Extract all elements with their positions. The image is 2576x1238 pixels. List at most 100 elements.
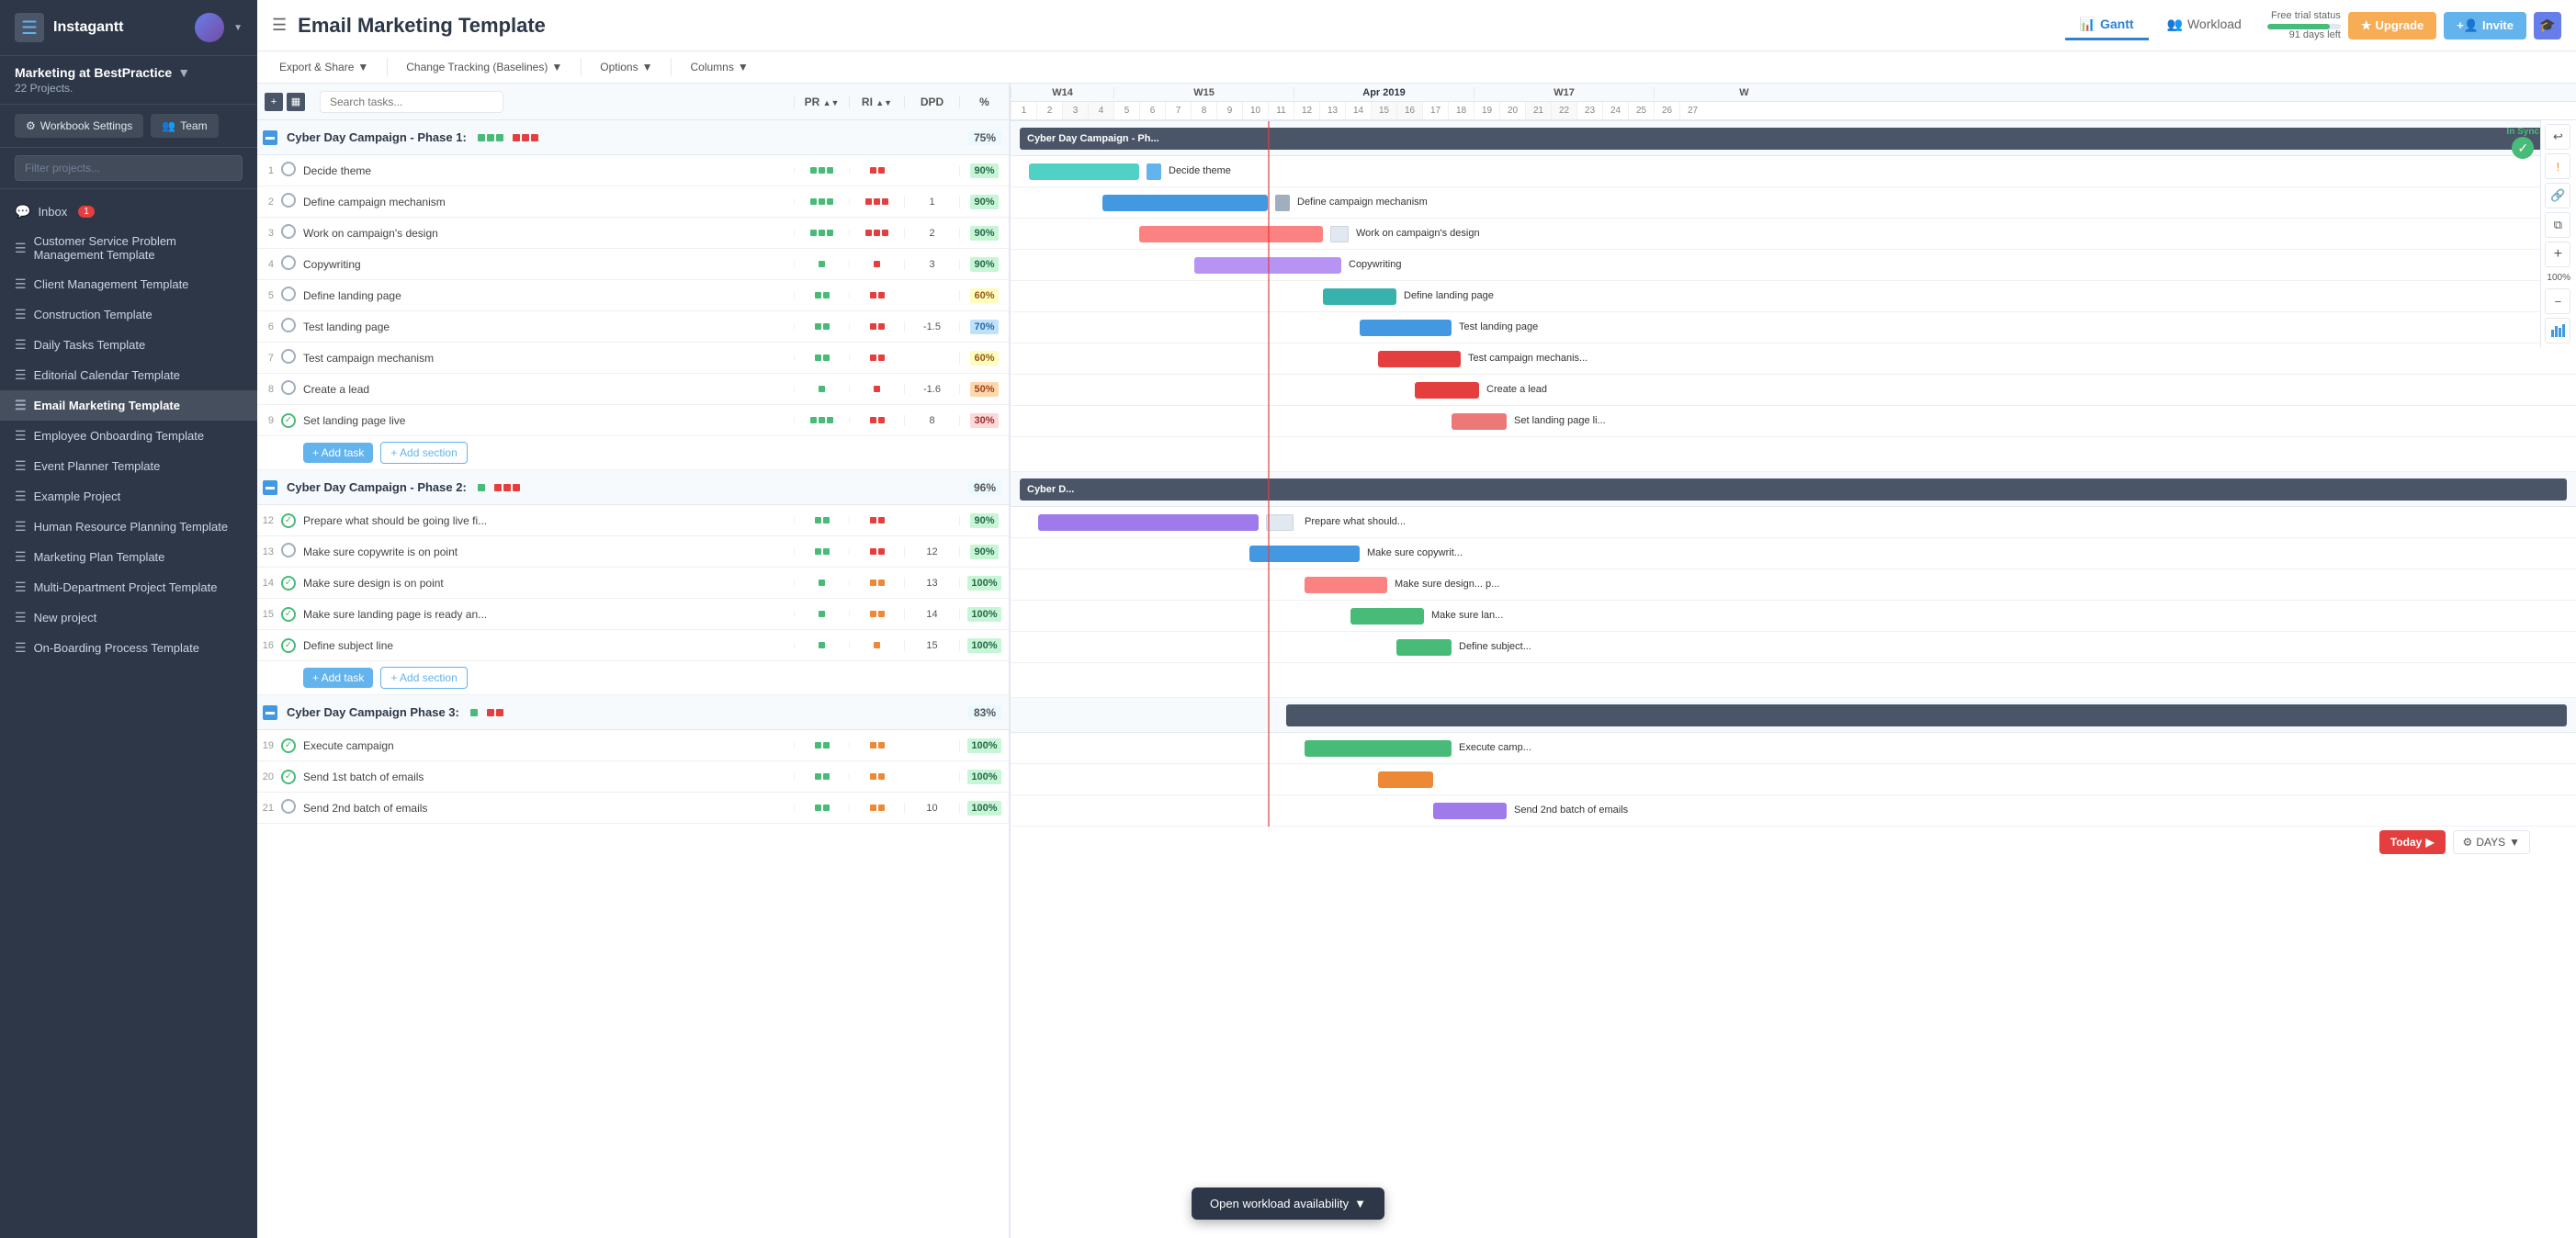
task-checkbox[interactable]: ✓ (281, 607, 296, 622)
add-task-button[interactable]: + Add task (303, 668, 373, 688)
task-checkbox[interactable] (281, 349, 296, 364)
sidebar-item-marketing-plan[interactable]: ☰ Marketing Plan Template (0, 542, 257, 572)
sidebar-item-hr[interactable]: ☰ Human Resource Planning Template (0, 512, 257, 542)
task-checkbox[interactable] (281, 318, 296, 332)
task-name[interactable]: Send 2nd batch of emails (298, 802, 794, 815)
task-name[interactable]: Test landing page (298, 321, 794, 333)
gantt-bar-test-landing[interactable] (1360, 320, 1452, 336)
warning-icon-button[interactable]: ! (2545, 153, 2570, 179)
export-share-button[interactable]: Export & Share ▼ (272, 57, 376, 77)
add-view-btn-1[interactable]: + (265, 93, 283, 111)
task-name[interactable]: Send 1st batch of emails (298, 771, 794, 783)
task-checkbox[interactable] (281, 224, 296, 239)
task-checkbox[interactable] (281, 287, 296, 301)
task-name[interactable]: Define campaign mechanism (298, 196, 794, 208)
gantt-view-button[interactable]: 📊 Gantt (2065, 11, 2149, 40)
gantt-bar-define-landing[interactable] (1323, 288, 1396, 305)
copy-icon-button[interactable]: ⧉ (2545, 212, 2570, 238)
add-view-btn-2[interactable]: ▦ (287, 93, 305, 111)
workload-view-button[interactable]: 👥 Workload (2152, 11, 2256, 40)
today-button[interactable]: Today ▶ (2379, 830, 2446, 854)
task-checkbox[interactable]: ✓ (281, 513, 296, 528)
options-button[interactable]: Options ▼ (593, 57, 660, 77)
task-checkbox[interactable] (281, 193, 296, 208)
task-name[interactable]: Make sure design is on point (298, 577, 794, 590)
sidebar-item-new-project[interactable]: ☰ New project (0, 602, 257, 633)
task-name[interactable]: Decide theme (298, 164, 794, 177)
pr-column-header[interactable]: PR ▲▼ (794, 96, 849, 108)
task-name[interactable]: Prepare what should be going live fi... (298, 514, 794, 527)
task-checkbox[interactable]: ✓ (281, 638, 296, 653)
task-checkbox[interactable] (281, 799, 296, 814)
task-checkbox[interactable]: ✓ (281, 738, 296, 753)
task-name[interactable]: Work on campaign's design (298, 227, 794, 240)
gantt-bar-decide-theme[interactable] (1029, 163, 1139, 180)
ri-column-header[interactable]: RI ▲▼ (849, 96, 904, 108)
filter-projects-input[interactable] (15, 155, 243, 181)
days-button[interactable]: ⚙ DAYS ▼ (2453, 830, 2530, 854)
gantt-bar-landing-ready[interactable] (1350, 608, 1424, 625)
task-name[interactable]: Make sure landing page is ready an... (298, 608, 794, 621)
gantt-bar-prepare[interactable] (1038, 514, 1259, 531)
gantt-bar-landing-live[interactable] (1452, 413, 1507, 430)
gantt-bar-send2[interactable] (1433, 803, 1507, 819)
task-name[interactable]: Create a lead (298, 383, 794, 396)
menu-icon[interactable]: ☰ (272, 16, 287, 35)
task-checkbox[interactable]: ✓ (281, 413, 296, 428)
task-name[interactable]: Define subject line (298, 639, 794, 652)
gantt-bar-define-campaign[interactable] (1102, 195, 1268, 211)
gantt-bar-subject[interactable] (1396, 639, 1452, 656)
task-name[interactable]: Test campaign mechanism (298, 352, 794, 365)
sidebar-item-daily-tasks[interactable]: ☰ Daily Tasks Template (0, 330, 257, 360)
open-workload-button[interactable]: Open workload availability ▼ (1192, 1187, 1384, 1220)
sidebar-item-inbox[interactable]: 💬 Inbox 1 (0, 197, 257, 227)
cap-icon-button[interactable]: 🎓 (2534, 12, 2561, 39)
sidebar-item-construction[interactable]: ☰ Construction Template (0, 299, 257, 330)
section-collapse-btn[interactable]: ▬ (263, 130, 277, 145)
task-checkbox[interactable]: ✓ (281, 770, 296, 784)
task-name[interactable]: Execute campaign (298, 739, 794, 752)
chevron-down-icon[interactable]: ▼ (233, 23, 243, 33)
workbook-settings-button[interactable]: ⚙ Workbook Settings (15, 114, 143, 138)
task-name[interactable]: Make sure copywrite is on point (298, 546, 794, 558)
minus-icon-button[interactable]: − (2545, 288, 2570, 314)
upgrade-button[interactable]: ★ Upgrade (2348, 12, 2436, 39)
workspace-name[interactable]: Marketing at BestPractice ▼ (15, 65, 243, 80)
task-name[interactable]: Copywriting (298, 258, 794, 271)
gantt-bar-campaign-design[interactable] (1139, 226, 1323, 242)
sidebar-item-email-marketing[interactable]: ☰ Email Marketing Template (0, 390, 257, 421)
gantt-bar-design[interactable] (1305, 577, 1387, 593)
undo-icon-button[interactable]: ↩ (2545, 124, 2570, 150)
search-tasks-input[interactable] (320, 91, 503, 113)
columns-button[interactable]: Columns ▼ (683, 57, 755, 77)
gantt-bar-create-lead[interactable] (1415, 382, 1479, 399)
link-icon-button[interactable]: 🔗 (2545, 183, 2570, 208)
task-checkbox[interactable] (281, 380, 296, 395)
section-collapse-btn[interactable]: ▬ (263, 705, 277, 720)
change-tracking-button[interactable]: Change Tracking (Baselines) ▼ (399, 57, 570, 77)
task-checkbox[interactable] (281, 543, 296, 557)
gantt-bar-test-campaign[interactable] (1378, 351, 1461, 367)
task-checkbox[interactable] (281, 162, 296, 176)
invite-button[interactable]: +👤 Invite (2444, 12, 2526, 39)
gantt-bar-copywrite[interactable] (1249, 546, 1360, 562)
task-checkbox[interactable]: ✓ (281, 576, 296, 591)
sidebar-item-employee-onboarding[interactable]: ☰ Employee Onboarding Template (0, 421, 257, 451)
sidebar-item-client-management[interactable]: ☰ Client Management Template (0, 269, 257, 299)
task-name[interactable]: Set landing page live (298, 414, 794, 427)
add-icon-button[interactable]: + (2545, 242, 2570, 267)
section-collapse-btn[interactable]: ▬ (263, 480, 277, 495)
add-section-button[interactable]: + Add section (380, 442, 467, 464)
team-button[interactable]: 👥 Team (151, 114, 218, 138)
sidebar-item-onboarding[interactable]: ☰ On-Boarding Process Template (0, 633, 257, 663)
add-task-button[interactable]: + Add task (303, 443, 373, 463)
workload-bars-icon-button[interactable] (2545, 318, 2570, 343)
task-name[interactable]: Define landing page (298, 289, 794, 302)
sidebar-item-editorial[interactable]: ☰ Editorial Calendar Template (0, 360, 257, 390)
sidebar-item-event-planner[interactable]: ☰ Event Planner Template (0, 451, 257, 481)
sidebar-item-example[interactable]: ☰ Example Project (0, 481, 257, 512)
gantt-bar-execute[interactable] (1305, 740, 1452, 757)
avatar[interactable] (195, 13, 224, 42)
gantt-bar-send1[interactable] (1378, 771, 1433, 788)
task-checkbox[interactable] (281, 255, 296, 270)
